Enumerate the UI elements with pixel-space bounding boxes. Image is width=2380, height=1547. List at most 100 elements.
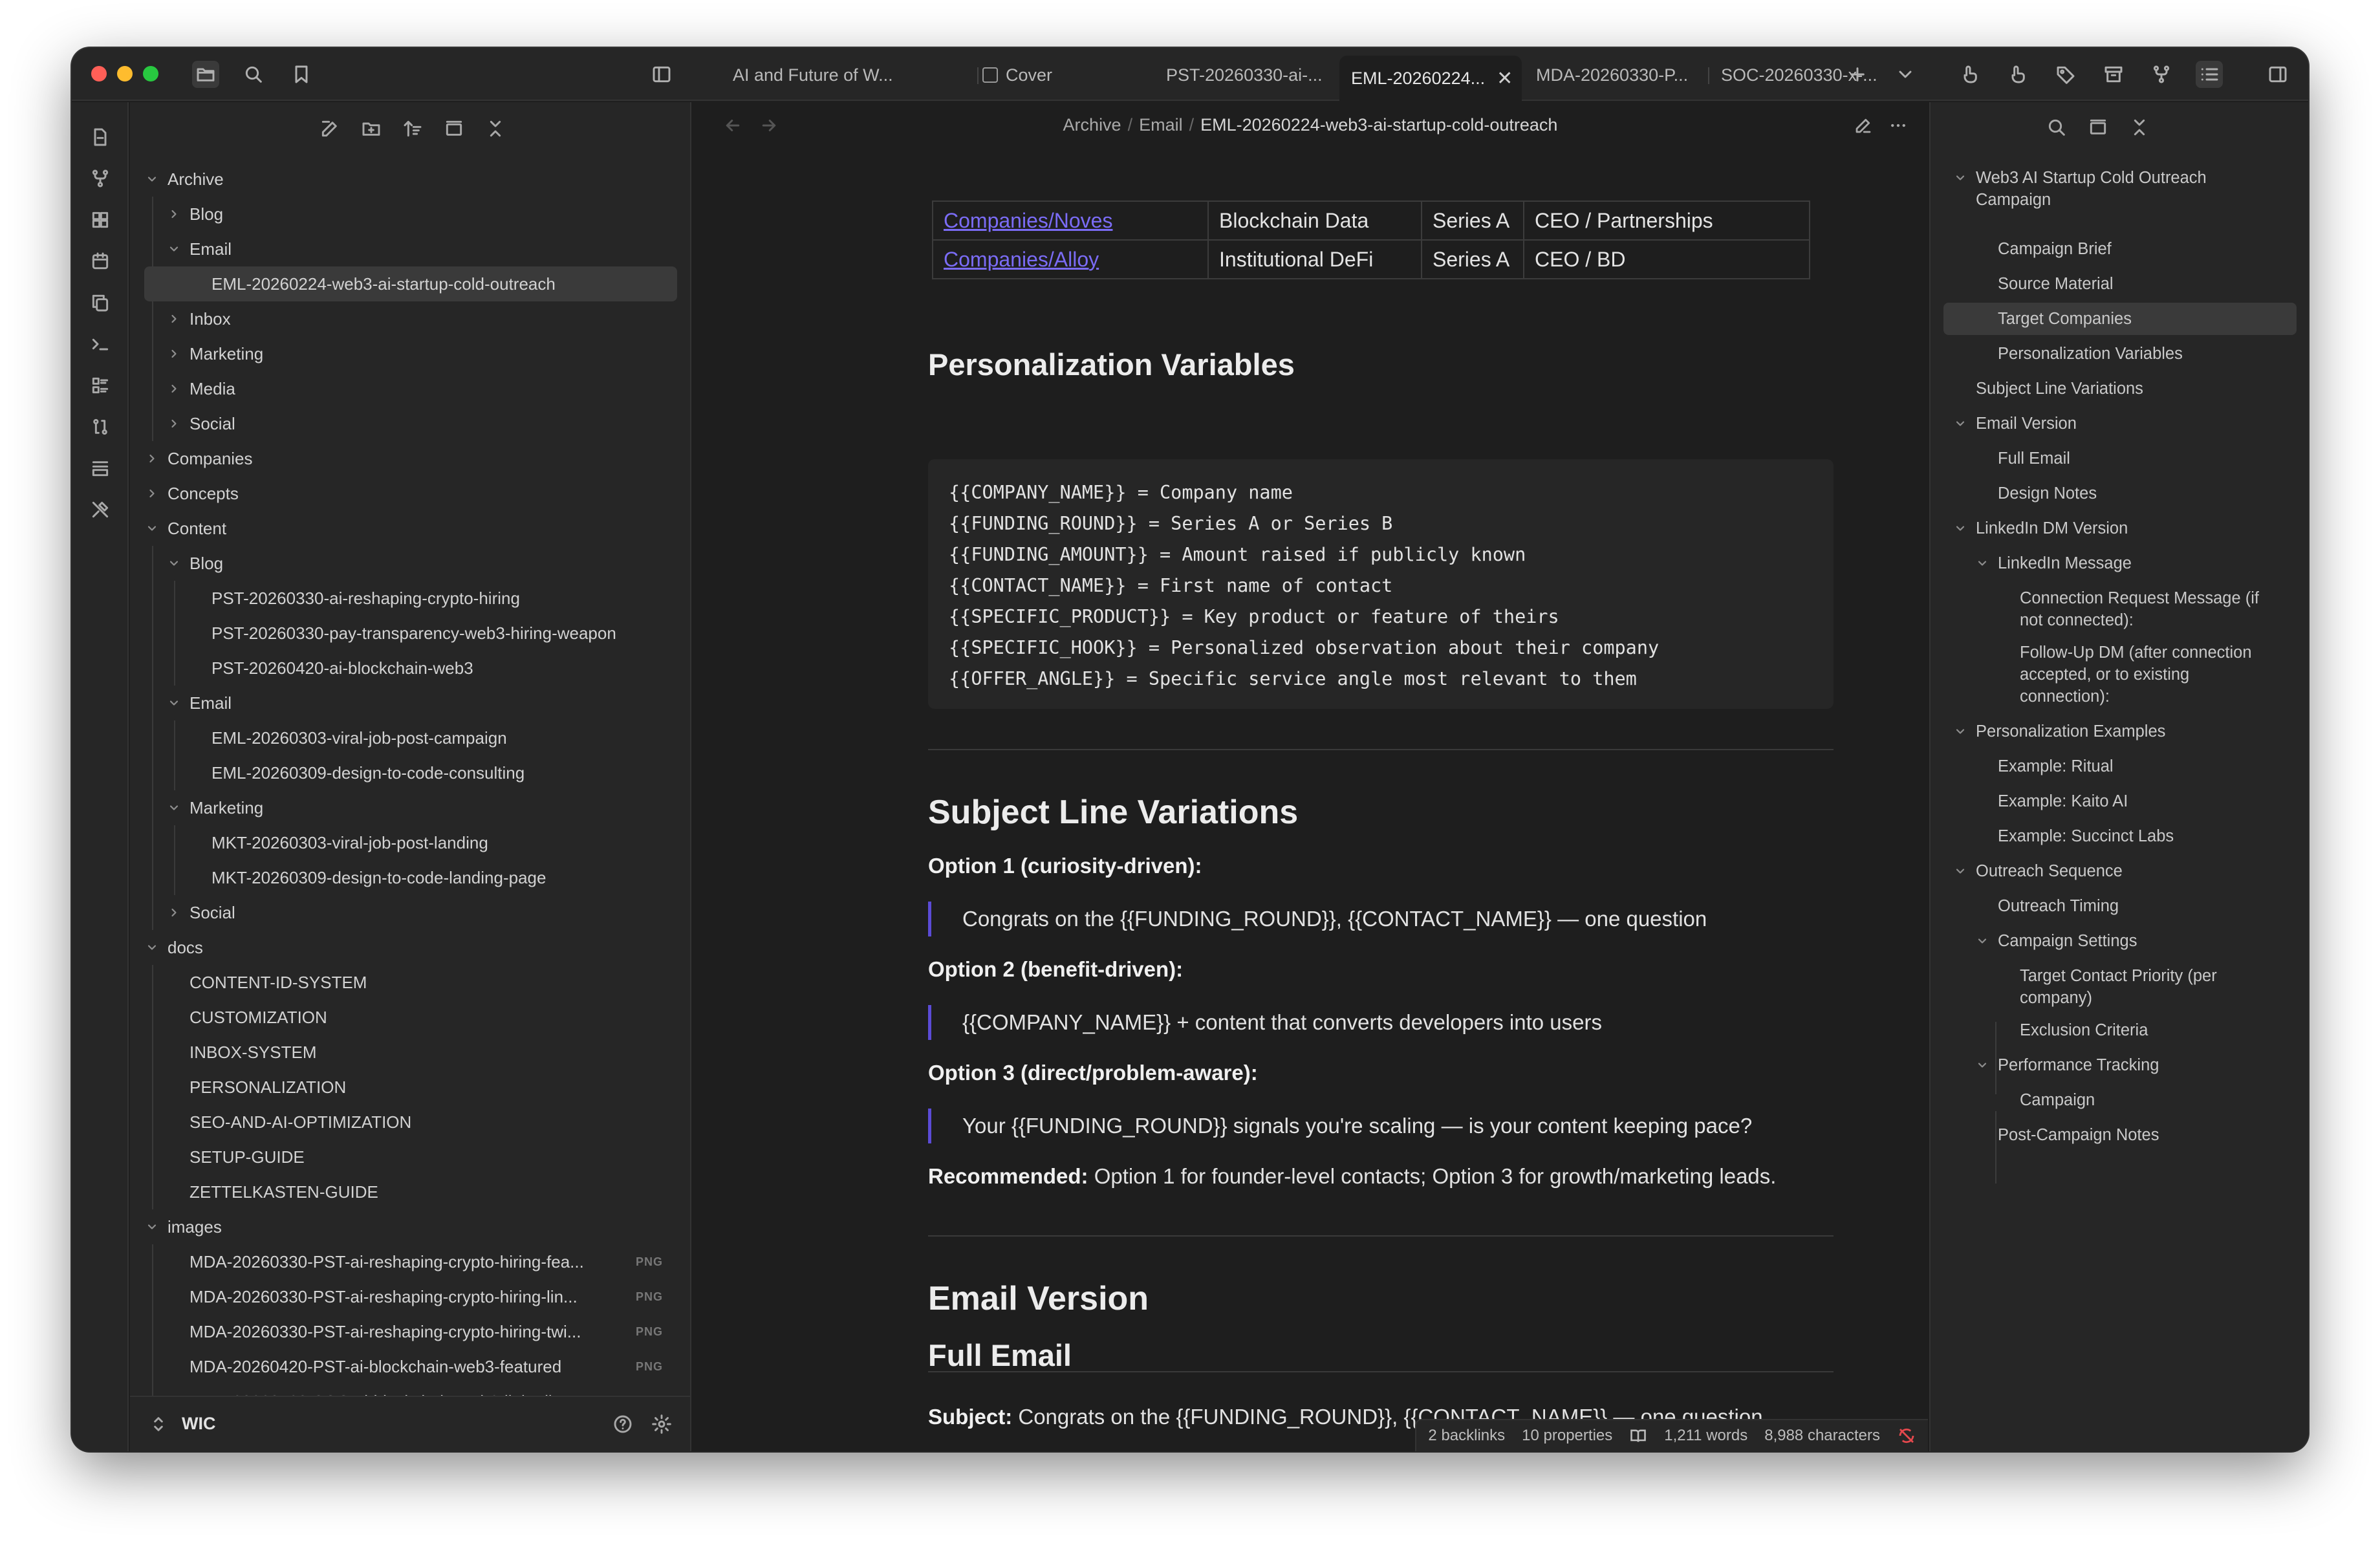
chevron-down-icon[interactable] — [144, 1219, 160, 1235]
bookmarks-view-button[interactable] — [288, 61, 315, 88]
folder-item[interactable]: images — [130, 1209, 690, 1244]
file-item[interactable]: PERSONALIZATION — [130, 1070, 690, 1105]
toggle-left-sidebar-button[interactable] — [648, 61, 675, 88]
chevron-down-icon[interactable] — [166, 695, 182, 711]
outline-item[interactable]: Example: Ritual — [1998, 755, 2284, 777]
chevron-down-icon[interactable] — [1953, 863, 1968, 879]
file-item[interactable]: CUSTOMIZATION — [130, 1000, 690, 1035]
folder-item[interactable]: Media — [130, 371, 690, 406]
settings-button[interactable] — [649, 1411, 675, 1437]
outline-collapse-button[interactable] — [2126, 114, 2153, 141]
outline-item[interactable]: LinkedIn Message — [1998, 552, 2284, 574]
file-item[interactable]: EML-20260303-viral-job-post-campaign — [130, 720, 690, 755]
file-item[interactable]: PST-20260330-pay-transparency-web3-hirin… — [130, 616, 690, 651]
chevron-right-icon[interactable] — [166, 206, 182, 222]
sort-button[interactable] — [399, 115, 426, 142]
new-folder-button[interactable] — [358, 115, 385, 142]
file-item[interactable]: SEO-AND-AI-OPTIMIZATION — [130, 1105, 690, 1140]
chevron-down-icon[interactable] — [144, 521, 160, 536]
sync-status-icon[interactable] — [1897, 1426, 1916, 1445]
outline-item[interactable]: Connection Request Message (if not conne… — [2020, 587, 2284, 631]
file-item[interactable]: MDA-20260330-PST-ai-reshaping-crypto-hir… — [130, 1279, 690, 1314]
folder-item[interactable]: docs — [130, 930, 690, 965]
chevron-down-icon[interactable] — [1974, 1057, 1990, 1073]
outline-item[interactable]: Source Material — [1998, 273, 2284, 295]
chevron-down-icon[interactable] — [144, 171, 160, 187]
properties-count[interactable]: 10 properties — [1522, 1427, 1612, 1445]
variables-code-block[interactable]: {{COMPANY_NAME}} = Company name {{FUNDIN… — [928, 459, 1834, 709]
collapse-all-button[interactable] — [482, 115, 509, 142]
folder-item[interactable]: Companies — [130, 441, 690, 476]
outline-button[interactable] — [2196, 61, 2223, 88]
file-item[interactable]: PST-20260330-ai-reshaping-crypto-hiring — [130, 581, 690, 616]
breadcrumb-email[interactable]: Email — [1139, 115, 1183, 135]
breadcrumb-current-file[interactable]: EML-20260224-web3-ai-startup-cold-outrea… — [1200, 115, 1557, 135]
folder-item[interactable]: Blog — [130, 197, 690, 232]
chevron-down-icon[interactable] — [1953, 416, 1968, 431]
chevron-right-icon[interactable] — [144, 451, 160, 466]
folder-item[interactable]: Social — [130, 895, 690, 930]
bases-button[interactable] — [86, 454, 114, 482]
chevron-down-icon[interactable] — [1953, 170, 1968, 186]
chevron-right-icon[interactable] — [144, 486, 160, 501]
tags-button[interactable] — [2052, 61, 2079, 88]
file-item[interactable]: SETUP-GUIDE — [130, 1140, 690, 1174]
open-quick-switcher-button[interactable] — [86, 123, 114, 151]
close-tab-icon[interactable]: ✕ — [1497, 67, 1513, 90]
tab-ai-future[interactable]: AI and Future of W... — [721, 57, 905, 93]
file-item[interactable]: EML-20260309-design-to-code-consulting — [130, 755, 690, 790]
folder-item[interactable]: Blog — [130, 546, 690, 581]
chevron-down-icon[interactable] — [166, 556, 182, 571]
outline-item[interactable]: Example: Kaito AI — [1998, 790, 2284, 812]
outline-item[interactable]: Personalization Examples — [1976, 720, 2284, 742]
chevron-down-icon[interactable] — [144, 940, 160, 955]
outline-auto-expand-button[interactable] — [2084, 114, 2112, 141]
outline-item[interactable]: Outreach Timing — [1998, 895, 2284, 917]
chevron-down-icon[interactable] — [1953, 521, 1968, 536]
outline-search-button[interactable] — [2043, 114, 2070, 141]
company-link-noves[interactable]: Companies/Noves — [944, 209, 1112, 232]
outline-item[interactable]: Exclusion Criteria — [2020, 1019, 2284, 1041]
edit-mode-button[interactable] — [1850, 113, 1876, 138]
zoom-window-button[interactable] — [143, 66, 158, 81]
outline-item[interactable]: Example: Succinct Labs — [1998, 825, 2284, 847]
outline-item[interactable]: Web3 AI Startup Cold Outreach Campaign — [1976, 167, 2284, 211]
outline-item[interactable]: LinkedIn DM Version — [1976, 517, 2284, 539]
folder-item[interactable]: Archive — [130, 162, 690, 197]
chevron-down-icon[interactable] — [166, 241, 182, 257]
outline-item[interactable]: Outreach Sequence — [1976, 860, 2284, 882]
outline-item[interactable]: Target Companies — [1943, 303, 2297, 335]
file-item[interactable]: ZETTELKASTEN-GUIDE — [130, 1174, 690, 1209]
chevron-right-icon[interactable] — [166, 311, 182, 327]
search-view-button[interactable] — [240, 61, 267, 88]
plugin-button-2[interactable] — [2004, 61, 2031, 88]
auto-reveal-button[interactable] — [440, 115, 468, 142]
chevron-right-icon[interactable] — [166, 416, 182, 431]
graph-button[interactable] — [2148, 61, 2175, 88]
chevron-right-icon[interactable] — [166, 381, 182, 396]
tools-button[interactable] — [86, 495, 114, 524]
help-button[interactable] — [610, 1411, 636, 1437]
outline-item[interactable]: Post-Campaign Notes — [1998, 1124, 2284, 1146]
file-item[interactable]: INBOX-SYSTEM — [130, 1035, 690, 1070]
close-window-button[interactable] — [91, 66, 107, 81]
file-item[interactable]: MKT-20260309-design-to-code-landing-page — [130, 860, 690, 895]
outline-item[interactable]: Email Version — [1976, 413, 2284, 435]
breadcrumb-archive[interactable]: Archive — [1063, 115, 1121, 135]
file-item[interactable]: EML-20260224-web3-ai-startup-cold-outrea… — [144, 266, 677, 301]
canvas-button[interactable] — [86, 206, 114, 234]
file-item[interactable]: MKT-20260303-viral-job-post-landing — [130, 825, 690, 860]
graph-view-button[interactable] — [86, 164, 114, 193]
file-item[interactable]: CONTENT-ID-SYSTEM — [130, 965, 690, 1000]
company-link-alloy[interactable]: Companies/Alloy — [944, 248, 1099, 271]
chevron-right-icon[interactable] — [166, 905, 182, 920]
folder-item[interactable]: Email — [130, 232, 690, 266]
outline-item[interactable]: Campaign Settings — [1998, 930, 2284, 952]
toggle-right-sidebar-button[interactable] — [2264, 61, 2291, 88]
new-note-button[interactable] — [316, 115, 343, 142]
folder-item[interactable]: Social — [130, 406, 690, 441]
chevron-down-icon[interactable] — [1974, 933, 1990, 949]
git-button[interactable] — [86, 413, 114, 441]
kanban-button[interactable] — [86, 371, 114, 400]
tab-cover[interactable]: Cover — [971, 57, 1064, 93]
